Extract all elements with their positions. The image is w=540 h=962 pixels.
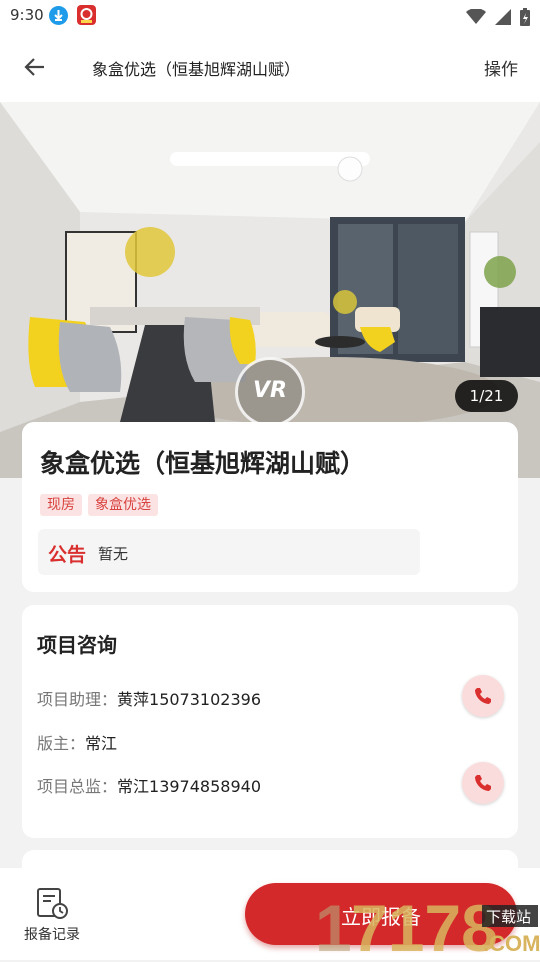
project-info-card: 象盒优选（恒基旭辉湖山赋） 现房 象盒优选 公告 暂无 [22, 422, 518, 592]
status-time: 9:30 [10, 6, 44, 24]
consultation-card: 项目咨询 项目助理：黄萍15073102396 版主：常江 项目总监：常江139… [22, 605, 518, 838]
watermark-logo: 1 7178 下载站 .COM [315, 891, 540, 962]
contact-value: 黄萍15073102396 [117, 690, 261, 709]
contact-role: 版主： [37, 734, 86, 753]
contact-row-director: 项目总监：常江13974858940 [37, 773, 261, 797]
project-title: 象盒优选（恒基旭辉湖山赋） [40, 449, 366, 478]
tag-existing-house: 现房 [40, 494, 82, 516]
watermark-digit: 1 [315, 893, 352, 958]
download-notification-icon [49, 6, 68, 25]
consultation-title: 项目咨询 [37, 633, 117, 657]
back-button[interactable] [20, 52, 50, 82]
image-counter: 1/21 [455, 380, 518, 412]
vr-badge[interactable]: VR [235, 357, 305, 427]
signal-icon [494, 8, 511, 25]
status-bar: 9:30 [0, 0, 540, 32]
watermark-number: 7178 [351, 893, 498, 958]
call-director-button[interactable] [462, 762, 504, 804]
system-icons [462, 6, 530, 26]
arrow-left-icon [24, 58, 44, 76]
project-tags: 现房 象盒优选 [40, 494, 164, 516]
app-notification-icon [77, 5, 96, 25]
page-title: 象盒优选（恒基旭辉湖山赋） [92, 60, 301, 79]
watermark-tag: 下载站 [486, 908, 531, 926]
operations-button[interactable]: 操作 [484, 55, 518, 80]
battery-icon [520, 7, 530, 26]
report-record-label: 报备记录 [24, 927, 80, 943]
contact-role: 项目助理： [37, 690, 118, 709]
call-assistant-button[interactable] [462, 675, 504, 717]
contact-value: 常江13974858940 [117, 777, 261, 796]
vr-label: VR [253, 378, 287, 403]
announcement-box: 公告 暂无 [38, 529, 420, 575]
announcement-text: 暂无 [98, 545, 129, 563]
contact-row-moderator: 版主：常江 [37, 730, 117, 754]
announcement-label: 公告 [48, 544, 87, 566]
watermark-domain: .COM [483, 931, 540, 956]
tag-selection: 象盒优选 [88, 494, 158, 516]
clipboard-clock-icon [37, 888, 68, 919]
report-record-button[interactable]: 报备记录 [20, 886, 84, 946]
phone-icon [475, 775, 491, 791]
contact-value: 常江 [85, 734, 118, 753]
wifi-icon [465, 8, 486, 24]
phone-icon [475, 688, 491, 704]
contact-row-assistant: 项目助理：黄萍15073102396 [37, 686, 261, 710]
app-bar: 象盒优选（恒基旭辉湖山赋） 操作 [0, 32, 540, 102]
contact-role: 项目总监： [37, 777, 118, 796]
